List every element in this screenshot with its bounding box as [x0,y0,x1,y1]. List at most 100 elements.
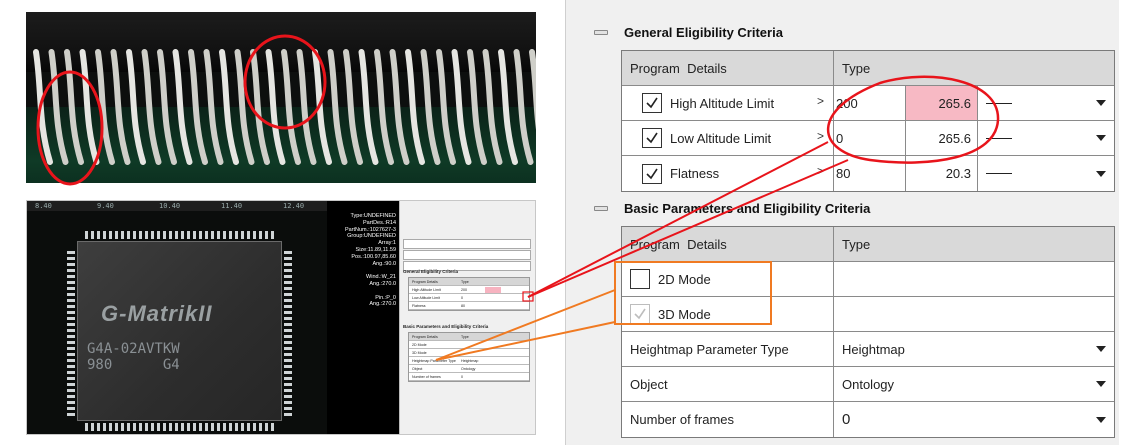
top-ruler: 8.40 9.40 10.40 11.40 12.40 [27,201,327,211]
chip-part-number: G4A-02AVTKW 980 G4 [87,341,180,373]
expand-arrow-icon[interactable]: > [817,94,824,108]
inspection-screenshot-thumbnail: 8.40 9.40 10.40 11.40 12.40 G-MatrikII G… [26,200,536,435]
solder-lead [482,49,503,165]
object-select[interactable]: Ontology [834,367,1116,401]
info-line: Pos.:100.97,85.60 [351,253,396,260]
heightmap-select[interactable]: Heightmap [834,332,1116,366]
table-header-row: Program Details Type [622,227,1114,262]
qfp-chip [77,241,282,421]
flatness-checkbox[interactable] [642,163,662,184]
solder-lead [312,49,332,165]
mini-row-label: Flatness [412,304,426,308]
solder-lead [64,49,84,165]
mini-row-min: 80 [461,304,465,308]
solder-lead [327,49,348,165]
info-line: Type:UNDEFINED [350,213,396,219]
high-altitude-max-input[interactable]: 265.6 [906,86,978,120]
table-row-low-altitude: Low Altitude Limit > 0 265.6 [622,121,1114,156]
solder-lead [141,49,162,165]
expand-arrow-icon[interactable]: > [817,164,824,178]
chevron-down-icon[interactable] [1096,416,1106,423]
mini-row-label: 3D Mode [412,351,427,355]
solder-lead [436,49,456,165]
table-row-2d-mode: 2D Mode [622,262,1114,297]
mini-row-label: High Altitude Limit [412,288,441,292]
info-line: Group:UNDEFINED [347,233,396,240]
3d-mode-checkbox[interactable] [630,304,650,324]
solder-lead [498,49,518,165]
mini-row-value: Ontology [461,367,476,371]
low-altitude-min-input[interactable]: 0 [834,121,906,155]
solder-lead [157,49,177,165]
mini-row-min: 200 [461,288,467,292]
high-altitude-checkbox[interactable] [642,93,662,113]
heightmap-label: Heightmap Parameter Type [622,332,834,366]
chevron-down-icon[interactable] [1096,170,1106,177]
mini-basic-title: Basic Parameters and Eligibility Criteri… [403,324,489,329]
chevron-down-icon[interactable] [1096,100,1106,106]
mini-general-table: Program Details Type High Altitude Limit 2… [408,277,530,311]
general-criteria-table: Program Details Type High Altitude Limit… [621,50,1115,192]
table-row-frames: Number of frames 0 [622,402,1114,437]
solder-lead [79,49,100,165]
mini-row-label: Number of frames [412,375,441,379]
mini-header-type: Type [461,280,469,284]
collapse-minus-icon[interactable] [594,206,608,211]
chevron-down-icon[interactable] [1096,135,1106,141]
frames-select[interactable]: 0 [834,402,1116,437]
header-type: Type [842,60,871,76]
mini-dropdown [403,239,531,249]
chip-logo: G-MatrikII [101,301,213,326]
low-altitude-checkbox[interactable] [642,128,662,148]
high-altitude-line-select[interactable] [978,86,1116,120]
solder-lead [126,49,146,165]
mini-basic-table: Program Details Type 2D Mode 3D Mode Heig… [408,332,530,382]
solder-lead [250,49,270,165]
flatness-line-select[interactable] [978,156,1116,191]
solder-lead [110,49,131,165]
low-altitude-max-input[interactable]: 265.6 [906,121,978,155]
solder-lead [219,49,239,165]
solder-lead [389,49,410,165]
ruler-label: 11.40 [221,202,243,210]
solder-lead [513,49,534,165]
solder-lead [172,49,193,165]
solder-lead [296,49,317,165]
flatness-max-input[interactable]: 20.3 [906,156,978,191]
solder-lead [420,49,441,165]
mini-row-value: 0 [461,375,463,379]
flatness-label: Flatness [670,166,720,181]
solder-closeup-photo [26,12,536,183]
mini-dropdown [403,250,531,260]
solder-lead [343,49,363,165]
2d-mode-label: 2D Mode [658,271,711,287]
solder-lead [281,49,301,165]
low-altitude-line-select[interactable] [978,121,1116,155]
solder-lead [358,49,379,165]
flatness-min-input[interactable]: 80 [834,156,906,191]
2d-mode-type-cell [834,262,1116,296]
chevron-down-icon[interactable] [1096,346,1106,352]
info-line: PartNum.:1027627-3 [344,226,396,233]
line-style-icon [986,102,1012,104]
info-line: Size:11.89,11.59 [355,246,396,253]
chevron-down-icon[interactable] [1096,381,1106,387]
row-name-cell: Low Altitude Limit > [622,121,834,155]
object-label: Object [622,367,834,401]
expand-arrow-icon[interactable]: > [817,129,824,143]
mini-header-name: Program Details [412,280,438,284]
solder-lead [467,49,487,165]
lead-pins [33,49,536,165]
object-value: Ontology [842,376,895,392]
mini-header-type: Type [461,335,469,339]
row-name-cell: 3D Mode [622,297,834,331]
row-name-cell: Flatness > [622,156,834,191]
mini-row-label: Heightmap Parameter Type [412,359,456,363]
chip-pins-left [67,251,75,416]
high-altitude-label: High Altitude Limit [670,95,775,111]
high-altitude-min-input[interactable]: 200 [834,86,906,120]
collapse-minus-icon[interactable] [594,30,608,35]
2d-mode-checkbox[interactable] [630,269,650,289]
header-program-details: Program Details [622,227,834,261]
info-line: Array:1 [378,240,396,247]
